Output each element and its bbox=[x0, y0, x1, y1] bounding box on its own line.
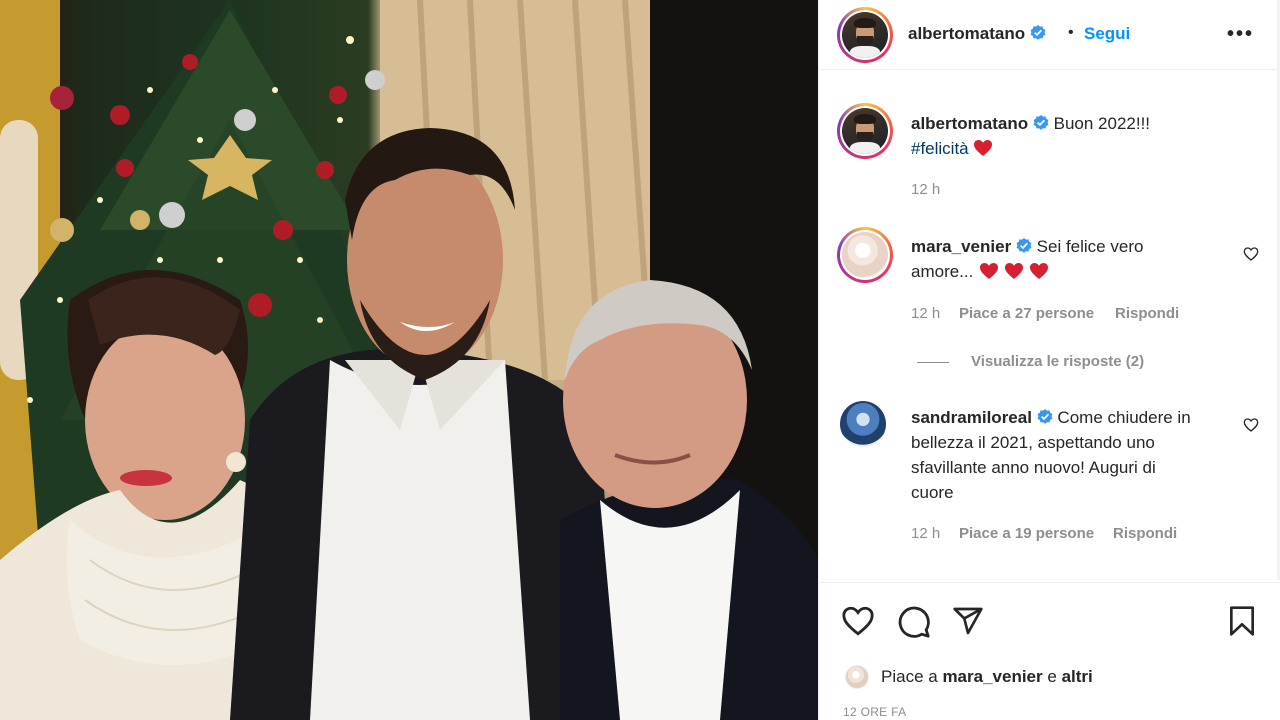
comment-2-text-line3: sfavillante anno nuovo! Auguri di bbox=[911, 458, 1156, 477]
comment-1-time: 12 h bbox=[911, 305, 941, 322]
comment-bubble-icon[interactable] bbox=[897, 605, 931, 639]
mara-venier-avatar[interactable] bbox=[837, 227, 893, 283]
author-avatar[interactable] bbox=[837, 7, 893, 63]
verified-badge-icon bbox=[1030, 25, 1045, 40]
sandramiloreal-avatar[interactable] bbox=[840, 401, 890, 451]
heart-outline-icon[interactable] bbox=[841, 605, 875, 637]
red-heart-emoji-icon bbox=[974, 140, 993, 156]
liked-by-avatar[interactable] bbox=[845, 665, 869, 689]
post-sidebar: albertomatano • Segui ••• albertomatano … bbox=[818, 0, 1280, 720]
separator-dot: • bbox=[1068, 24, 1074, 41]
comment-2: sandramiloreal Come chiudere in bellezza… bbox=[911, 405, 1231, 505]
comment-1-text-line2: amore... bbox=[911, 262, 974, 281]
post-actions: Piace a mara_venier e altri 12 ORE FA bbox=[819, 582, 1280, 720]
comment-2-text-line1: Come chiudere in bbox=[1057, 408, 1191, 427]
likes-prefix: Piace a bbox=[881, 667, 938, 686]
verified-badge-icon bbox=[1037, 409, 1053, 424]
post-header: albertomatano • Segui ••• bbox=[819, 0, 1280, 70]
view-replies-button[interactable]: Visualizza le risposte (2) bbox=[971, 353, 1144, 370]
comment-2-likes[interactable]: Piace a 19 persone bbox=[959, 525, 1094, 542]
replies-divider bbox=[917, 362, 949, 363]
comment-1-reply-button[interactable]: Rispondi bbox=[1115, 305, 1179, 322]
post-photo[interactable] bbox=[0, 0, 818, 720]
post-time-ago[interactable]: 12 ORE FA bbox=[843, 705, 906, 719]
likes-others[interactable]: altri bbox=[1062, 667, 1093, 686]
caption-username[interactable]: albertomatano bbox=[911, 114, 1028, 133]
red-hearts-emoji-icon bbox=[978, 262, 1050, 281]
post-photo-illustration bbox=[0, 0, 818, 720]
comment-1-like-icon[interactable] bbox=[1243, 246, 1259, 262]
caption: albertomatano Buon 2022!!! #felicità bbox=[911, 111, 1241, 161]
author-username[interactable]: albertomatano bbox=[908, 24, 1025, 43]
comment-2-text-line4: cuore bbox=[911, 483, 954, 502]
comment-1: mara_venier Sei felice vero amore... bbox=[911, 234, 1231, 284]
comment-1-text-line1: Sei felice vero bbox=[1036, 237, 1144, 256]
comment-2-username[interactable]: sandramiloreal bbox=[911, 408, 1032, 427]
verified-badge-icon bbox=[1033, 115, 1049, 130]
comment-2-reply-button[interactable]: Rispondi bbox=[1113, 525, 1177, 542]
comment-1-likes[interactable]: Piace a 27 persone bbox=[959, 305, 1094, 322]
caption-text: Buon 2022!!! bbox=[1053, 114, 1151, 133]
more-options-icon[interactable]: ••• bbox=[1227, 23, 1254, 46]
caption-time: 12 h bbox=[911, 181, 941, 198]
comment-1-username[interactable]: mara_venier bbox=[911, 237, 1011, 256]
bookmark-icon[interactable] bbox=[1227, 605, 1257, 637]
caption-hashtag[interactable]: #felicità bbox=[911, 139, 969, 158]
verified-badge-icon bbox=[1016, 238, 1032, 253]
comment-2-text-line2: bellezza il 2021, aspettando uno bbox=[911, 433, 1155, 452]
author-name-row: albertomatano bbox=[908, 24, 1046, 44]
comment-2-time: 12 h bbox=[911, 525, 941, 542]
comment-2-like-icon[interactable] bbox=[1243, 417, 1259, 433]
likes-and: e bbox=[1047, 667, 1057, 686]
caption-author-avatar[interactable] bbox=[837, 103, 893, 159]
paper-plane-icon[interactable] bbox=[951, 605, 985, 637]
liked-by-text: Piace a mara_venier e altri bbox=[881, 667, 1093, 687]
likes-user[interactable]: mara_venier bbox=[942, 667, 1042, 686]
follow-button[interactable]: Segui bbox=[1084, 24, 1130, 44]
